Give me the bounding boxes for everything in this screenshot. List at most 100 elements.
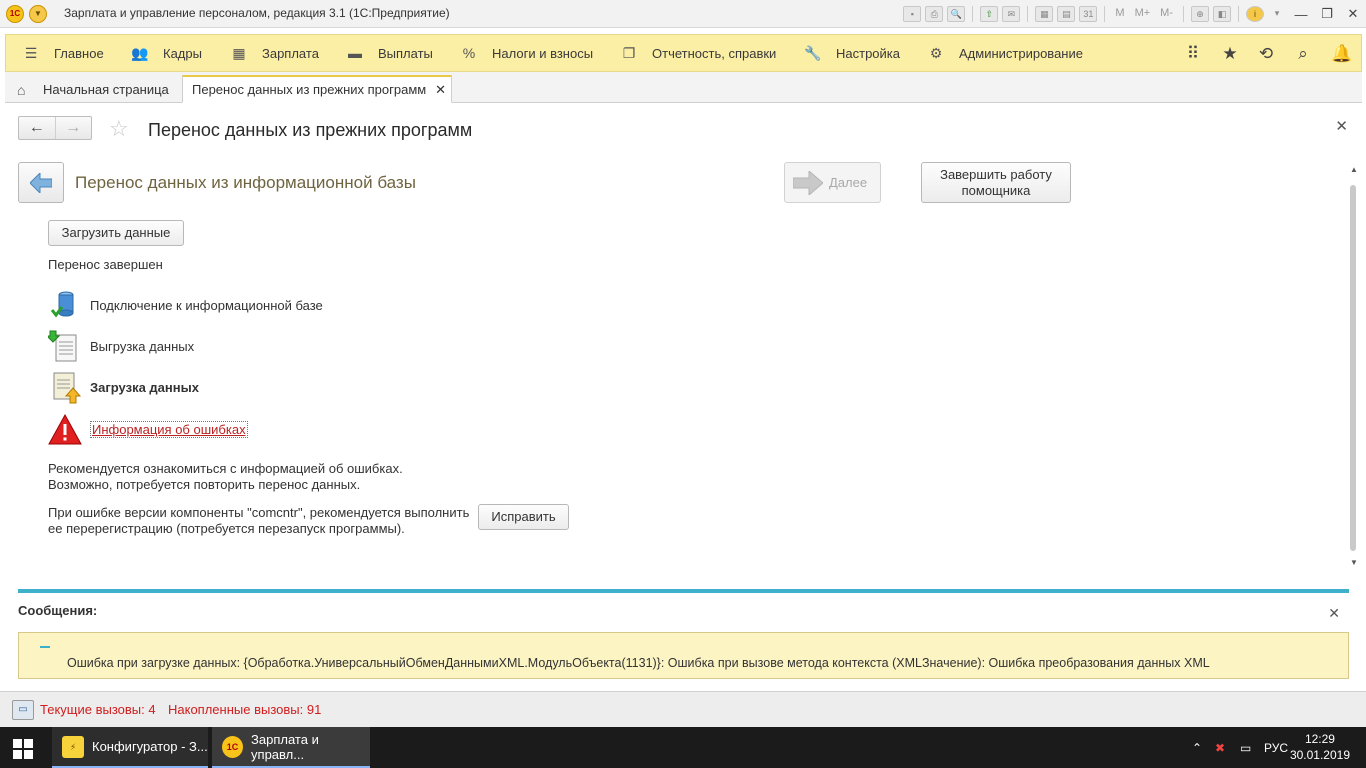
mail-icon[interactable]: ✉ xyxy=(1002,6,1021,22)
close-messages-icon[interactable]: ✕ xyxy=(1328,605,1340,622)
info-dropdown-icon[interactable]: ▾ xyxy=(1268,6,1286,22)
people-icon: 👥 xyxy=(131,45,149,61)
next-button[interactable]: Далее xyxy=(784,162,881,203)
1c-app-icon: 1С xyxy=(222,735,244,758)
zoom-icon[interactable]: ⊕ xyxy=(1191,6,1209,22)
scroll-down-icon[interactable]: ▼ xyxy=(1350,558,1358,567)
main-menu-dropdown-icon[interactable]: ▼ xyxy=(29,5,47,23)
windows-start-icon[interactable] xyxy=(13,739,33,759)
clock-time: 12:29 xyxy=(1304,732,1335,746)
calculator-icon[interactable]: ▤ xyxy=(1057,6,1076,22)
step-label: Подключение к информационной базе xyxy=(90,298,323,313)
finish-label-line2: помощника xyxy=(961,183,1031,198)
section-salary[interactable]: ▦ Зарплата xyxy=(230,35,319,71)
save-icon[interactable]: ▪ xyxy=(903,6,922,22)
section-label: Налоги и взносы xyxy=(492,45,594,61)
spreadsheet-icon[interactable]: ▦ xyxy=(1035,6,1054,22)
section-label: Выплаты xyxy=(378,45,433,61)
favorites-icon[interactable]: ★ xyxy=(1220,44,1240,64)
section-label: Отчетность, справки xyxy=(652,45,777,61)
search-icon[interactable]: ⌕ xyxy=(1293,44,1313,64)
status-bar: ▭ Текущие вызовы: 4 Накопленные вызовы: … xyxy=(0,691,1366,727)
message-item[interactable]: Ошибка при загрузке данных: {Обработка.У… xyxy=(18,632,1349,679)
tab-home[interactable]: ⌂ Начальная страница xyxy=(17,75,169,103)
print-icon[interactable]: ⎙ xyxy=(925,6,944,22)
toolbar-separator xyxy=(1238,6,1239,22)
forward-icon[interactable]: → xyxy=(54,117,92,139)
tab-data-transfer[interactable]: Перенос данных из прежних программ ✕ xyxy=(182,75,452,103)
favorite-star-icon[interactable]: ☆ xyxy=(109,116,129,142)
back-icon[interactable]: ← xyxy=(19,117,55,139)
documents-icon: ❐ xyxy=(622,45,636,61)
toolbar-separator xyxy=(972,6,974,22)
wallet-icon: ▬ xyxy=(348,45,362,61)
section-taxes[interactable]: % Налоги и взносы xyxy=(460,35,593,71)
close-form-icon[interactable]: ✕ xyxy=(1335,117,1348,135)
step-errors: Информация об ошибках xyxy=(48,413,548,449)
calendar-icon[interactable]: 31 xyxy=(1079,6,1098,22)
tray-chevron-icon[interactable]: ⌃ xyxy=(1192,727,1202,768)
percent-icon: % xyxy=(462,45,476,61)
note-line: При ошибке версии компоненты "comcntr", … xyxy=(48,505,470,520)
section-reports[interactable]: ❐ Отчетность, справки xyxy=(620,35,777,71)
import-document-icon xyxy=(53,372,82,404)
step-export: Выгрузка данных xyxy=(48,329,548,365)
performance-icon[interactable]: ▭ xyxy=(12,700,34,720)
section-settings[interactable]: 🔧 Настройка xyxy=(804,35,900,71)
task-label: Конфигуратор - З... xyxy=(92,739,208,754)
close-tab-icon[interactable]: ✕ xyxy=(435,82,446,98)
section-administration[interactable]: ⚙ Администрирование xyxy=(927,35,1083,71)
taskbar-clock[interactable]: 12:29 30.01.2019 xyxy=(1290,731,1350,763)
transfer-status: Перенос завершен xyxy=(48,257,163,272)
taskbar-salary-app[interactable]: 1С Зарплата и управл... xyxy=(212,727,370,768)
keyboard-language[interactable]: РУС xyxy=(1264,727,1288,768)
scrollbar-thumb[interactable] xyxy=(1350,185,1356,551)
task-label: Зарплата и управл... xyxy=(251,731,319,762)
section-hr[interactable]: 👥 Кадры xyxy=(131,35,202,71)
info-icon[interactable]: i xyxy=(1246,6,1264,22)
wizard-step-title: Перенос данных из информационной базы xyxy=(75,173,416,192)
accumulated-calls: Накопленные вызовы: 91 xyxy=(168,702,322,717)
error-info-link[interactable]: Информация об ошибках xyxy=(90,421,248,438)
memory-m-button[interactable]: M xyxy=(1112,6,1127,22)
close-window-icon[interactable]: ✕ xyxy=(1340,6,1366,22)
error-message-text: Ошибка при загрузке данных: {Обработка.У… xyxy=(67,656,1210,670)
wizard-back-button[interactable] xyxy=(18,162,64,203)
configurator-icon: ⚡ xyxy=(62,735,84,758)
comcntr-note: При ошибке версии компоненты "comcntr", … xyxy=(48,505,469,537)
all-functions-icon[interactable]: ⠿ xyxy=(1183,44,1203,64)
memory-minus-button[interactable]: M- xyxy=(1157,6,1176,22)
send-link-icon[interactable]: ⇧ xyxy=(980,6,999,22)
open-windows-bar: ⌂ Начальная страница Перенос данных из п… xyxy=(5,72,1362,103)
scroll-up-icon[interactable]: ▲ xyxy=(1350,165,1358,174)
messages-title: Сообщения: xyxy=(18,603,98,618)
taskbar-configurator[interactable]: ⚡ Конфигуратор - З... xyxy=(52,727,208,768)
section-label: Администрирование xyxy=(959,45,1083,61)
restore-icon[interactable]: ❐ xyxy=(1314,6,1340,22)
history-icon[interactable]: ⟲ xyxy=(1256,44,1276,64)
1c-logo-icon[interactable]: 1С xyxy=(6,5,24,23)
finish-wizard-button[interactable]: Завершить работу помощника xyxy=(921,162,1071,203)
memory-plus-button[interactable]: M+ xyxy=(1132,6,1154,22)
fix-button[interactable]: Исправить xyxy=(478,504,569,530)
collapse-dash-icon[interactable] xyxy=(40,646,50,648)
history-nav: ← → xyxy=(18,116,92,140)
sections-panel: ☰ Главное 👥 Кадры ▦ Зарплата ▬ Выплаты %… xyxy=(5,34,1362,72)
window-title: Зарплата и управление персоналом, редакц… xyxy=(64,6,450,20)
title-toolbar: ▪ ⎙ 🔍 ⇧ ✉ ▦ ▤ 31 M M+ M- ⊕ ◧ i ▾ — ❐ ✕ xyxy=(901,4,1366,24)
calculator-icon: ▦ xyxy=(232,45,246,61)
gear-icon: ⚙ xyxy=(929,45,943,61)
form-content: ← → ☆ Перенос данных из прежних программ… xyxy=(5,103,1362,691)
preview-icon[interactable]: 🔍 xyxy=(947,6,966,22)
network-error-icon[interactable]: ✖ xyxy=(1215,727,1225,768)
toolbar-separator xyxy=(1104,6,1106,22)
load-data-button[interactable]: Загрузить данные xyxy=(48,220,184,246)
section-payments[interactable]: ▬ Выплаты xyxy=(346,35,433,71)
minimize-icon[interactable]: — xyxy=(1288,7,1314,22)
notifications-icon[interactable]: 🔔 xyxy=(1331,44,1352,64)
next-label: Далее xyxy=(829,175,868,190)
panels-icon[interactable]: ◧ xyxy=(1213,6,1231,22)
warning-icon xyxy=(48,413,82,445)
display-icon[interactable]: ▭ xyxy=(1240,727,1251,768)
section-main[interactable]: ☰ Главное xyxy=(22,35,104,71)
